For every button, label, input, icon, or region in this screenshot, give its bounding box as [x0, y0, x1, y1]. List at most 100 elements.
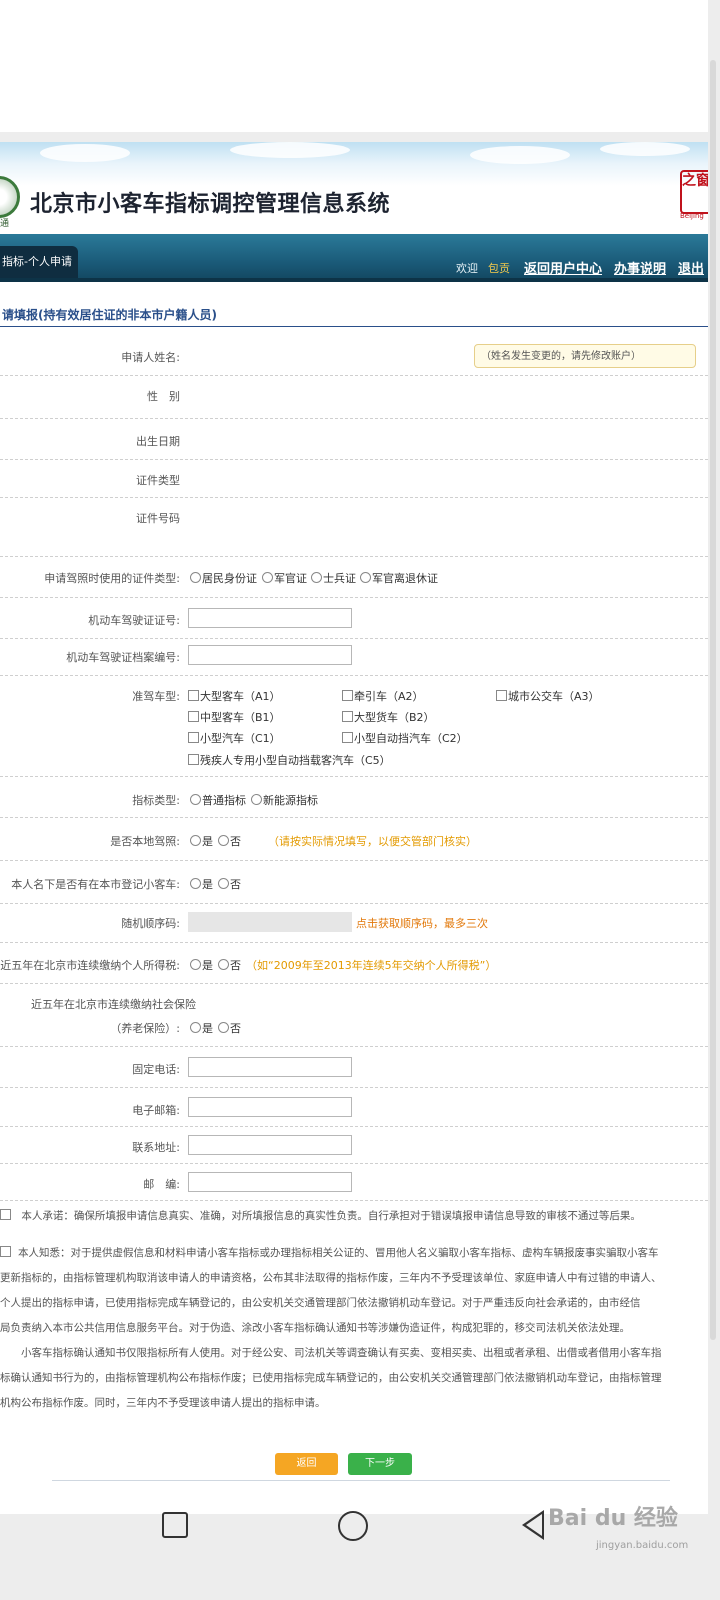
radio-income-tax-no[interactable]: 否 [218, 957, 241, 973]
license-file-label: 机动车驾驶证档案编号: [66, 651, 180, 664]
name-change-note: （姓名发生变更的，请先修改账户） [474, 344, 696, 368]
row-license-id-type: 申请驾照时使用的证件类型: 居民身份证 军官证 士兵证 军官离退休证 [0, 557, 708, 598]
back-icon-inner [526, 1514, 542, 1536]
home-icon[interactable] [338, 1511, 368, 1541]
recent-apps-icon[interactable] [162, 1512, 188, 1538]
checkbox-a1[interactable]: 大型客车（A1） [188, 688, 281, 704]
get-sequence-code-link[interactable]: 点击获取顺序码，最多三次 [356, 915, 488, 931]
notice-declaration: 本人知悉：对于提供虚假信息和材料申请小客车指标或办理指标相关公证的、冒用他人名义… [0, 1241, 700, 1416]
id-number-label: 证件号码 [136, 512, 180, 525]
license-no-label: 机动车驾驶证证号: [88, 614, 180, 627]
row-gender: 性 别 [0, 376, 708, 419]
row-birthdate: 出生日期 [0, 419, 708, 460]
notice-line-4: 局负责纳入本市公共信用信息服务平台。对于伪造、涂改小客车指标确认通知书等涉嫌伪造… [0, 1322, 630, 1334]
phone-input[interactable] [188, 1057, 352, 1077]
checkbox-c2[interactable]: 小型自动挡汽车（C2） [342, 730, 468, 746]
name-label: 申请人姓名: [121, 351, 180, 364]
radio-social-insurance-no[interactable]: 否 [218, 1020, 241, 1036]
license-id-type-label: 申请驾照时使用的证件类型: [44, 572, 180, 585]
radio-income-tax-yes[interactable]: 是 [190, 957, 213, 973]
row-address: 联系地址: [0, 1127, 708, 1164]
promise-checkbox[interactable] [0, 1209, 11, 1220]
baidu-watermark: Bai du 经验 [548, 1506, 678, 1531]
local-license-label: 是否本地驾照: [110, 835, 180, 848]
gender-label: 性 别 [147, 390, 180, 403]
checkbox-a2[interactable]: 牵引车（A2） [342, 688, 424, 704]
row-id-type: 证件类型 [0, 460, 708, 498]
radio-local-license-no[interactable]: 否 [218, 833, 241, 849]
quota-type-label: 指标类型: [132, 794, 180, 807]
postcode-label: 邮 编: [143, 1178, 180, 1191]
social-insurance-sublabel: （养老保险）: [110, 1022, 180, 1035]
license-no-input[interactable] [188, 608, 352, 628]
seal-subtext: Beijing [680, 212, 704, 220]
postcode-input[interactable] [188, 1172, 352, 1192]
sequence-code-label: 随机顺序码: [121, 917, 180, 930]
local-license-note: （请按实际情况填写，以便交管部门核实） [268, 835, 477, 848]
site-title: 北京市小客车指标调控管理信息系统 [30, 192, 391, 217]
row-income-tax: 近五年在北京市连续缴纳个人所得税: 是 否 （如“2009年至2013年连续5年… [0, 943, 708, 984]
notice-checkbox[interactable] [0, 1246, 11, 1257]
emblem-text: 通 [0, 219, 10, 229]
nav-username: 包贡 [488, 262, 510, 275]
registered-car-label: 本人名下是否有在本市登记小客车: [11, 878, 180, 891]
radio-registered-car-yes[interactable]: 是 [190, 876, 213, 892]
email-input[interactable] [188, 1097, 352, 1117]
seal-text: 之窗 [680, 170, 708, 214]
nav-link-logout[interactable]: 退出 [678, 258, 704, 277]
form-section-title: 请填报(持有效居住证的非本市户籍人员) [2, 308, 217, 322]
radio-new-energy-quota[interactable]: 新能源指标 [251, 792, 318, 808]
beijing-seal-logo: 之窗 Beijing [680, 170, 708, 222]
notice-line-5: 小客车指标确认通知书仅限指标所有人使用。对于经公安、司法机关等调查确认有买卖、变… [0, 1347, 662, 1359]
id-type-label: 证件类型 [136, 474, 180, 487]
row-id-number: 证件号码 [0, 498, 708, 557]
checkbox-b2[interactable]: 大型货车（B2） [342, 709, 435, 725]
checkbox-b1[interactable]: 中型客车（B1） [188, 709, 281, 725]
baidu-watermark-url: jingyan.baidu.com [596, 1540, 689, 1551]
nav-link-user-center[interactable]: 返回用户中心 [524, 258, 602, 277]
radio-registered-car-no[interactable]: 否 [218, 876, 241, 892]
bottom-divider [52, 1480, 670, 1481]
back-button[interactable]: 返回 [275, 1453, 338, 1475]
license-file-input[interactable] [188, 645, 352, 665]
notice-line-6: 标确认通知书行为的，由指标管理机构公布指标作废；已使用指标完成车辆登记的，由公安… [0, 1372, 662, 1384]
row-email: 电子邮箱: [0, 1088, 708, 1127]
row-vehicle-class: 准驾车型: 大型客车（A1） 牵引车（A2） 城市公交车（A3） 中型客车（B1… [0, 676, 708, 777]
page-scrollbar[interactable] [710, 60, 716, 1340]
radio-soldier-id[interactable]: 士兵证 [311, 570, 356, 586]
social-insurance-label: 近五年在北京市连续缴纳社会保险 [31, 998, 196, 1011]
tab-personal-application[interactable]: 指标-个人申请 [0, 246, 78, 278]
row-social-insurance: 近五年在北京市连续缴纳社会保险 （养老保险）: 是 否 [0, 984, 708, 1047]
row-license-no: 机动车驾驶证证号: [0, 598, 708, 639]
row-registered-car: 本人名下是否有在本市登记小客车: 是 否 [0, 861, 708, 904]
birthdate-label: 出生日期 [136, 435, 180, 448]
promise-declaration: 本人承诺：确保所填报申请信息真实、准确，对所填报信息的真实性负责。自行承担对于错… [0, 1204, 700, 1229]
address-input[interactable] [188, 1135, 352, 1155]
radio-regular-quota[interactable]: 普通指标 [190, 792, 246, 808]
radio-officer-id[interactable]: 军官证 [262, 570, 307, 586]
income-tax-label: 近五年在北京市连续缴纳个人所得税: [0, 959, 180, 972]
nav-bar-stripe [0, 278, 708, 282]
radio-retired-officer-id[interactable]: 军官离退休证 [360, 570, 438, 586]
radio-resident-id[interactable]: 居民身份证 [190, 570, 257, 586]
checkbox-a3[interactable]: 城市公交车（A3） [496, 688, 600, 704]
radio-social-insurance-yes[interactable]: 是 [190, 1020, 213, 1036]
nav-link-guide[interactable]: 办事说明 [614, 258, 666, 277]
sequence-code-field [188, 912, 352, 932]
promise-text: 本人承诺：确保所填报申请信息真实、准确，对所填报信息的真实性负责。自行承担对于错… [21, 1210, 641, 1222]
notice-line-1: 本人知悉：对于提供虚假信息和材料申请小客车指标或办理指标相关公证的、冒用他人名义… [18, 1247, 659, 1259]
vehicle-class-label: 准驾车型: [132, 690, 180, 703]
email-label: 电子邮箱: [132, 1104, 180, 1117]
address-label: 联系地址: [132, 1141, 180, 1154]
checkbox-c5[interactable]: 残疾人专用小型自动挡载客汽车（C5） [188, 752, 391, 768]
blank-top-area [0, 0, 708, 132]
next-step-button[interactable]: 下一步 [348, 1453, 412, 1475]
nav-welcome: 欢迎 [456, 262, 478, 275]
row-postcode: 邮 编: [0, 1164, 708, 1201]
row-license-file: 机动车驾驶证档案编号: [0, 639, 708, 676]
checkbox-c1[interactable]: 小型汽车（C1） [188, 730, 281, 746]
radio-local-license-yes[interactable]: 是 [190, 833, 213, 849]
notice-line-2: 更新指标的，由指标管理机构取消该申请人的申请资格，公布其非法取得的指标作废，三年… [0, 1272, 662, 1284]
row-sequence-code: 随机顺序码: [0, 904, 708, 943]
row-phone: 固定电话: [0, 1047, 708, 1088]
